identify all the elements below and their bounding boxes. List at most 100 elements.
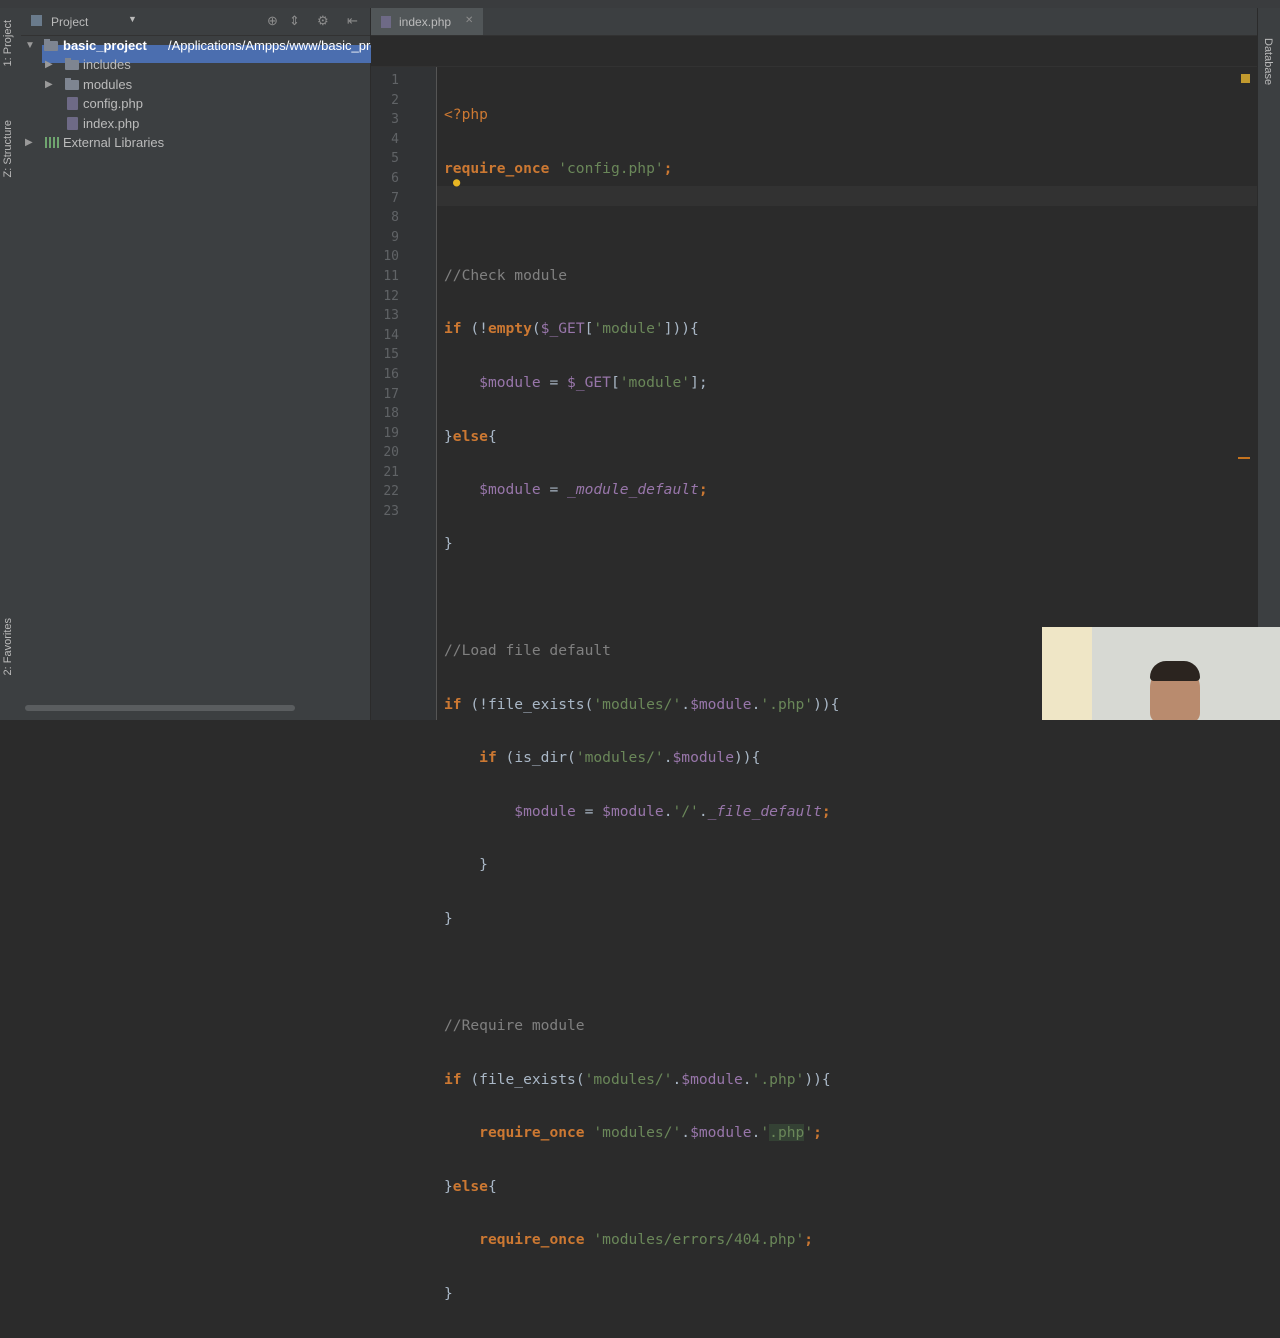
tree-item-label: External Libraries [63, 135, 165, 151]
punct: } [444, 427, 453, 445]
line-number: 18 [383, 406, 399, 422]
variable: $module [479, 373, 541, 391]
target-icon[interactable]: ⊕ [267, 13, 278, 29]
punct: )){ [804, 1070, 831, 1088]
tool-tab-project[interactable]: 1: Project [2, 20, 14, 66]
punct: { [487, 1177, 497, 1195]
punct: ; [663, 159, 673, 177]
comment: //Require module [444, 1017, 585, 1035]
variable: $module [681, 1070, 743, 1088]
punct: . [681, 1124, 691, 1142]
tree-item-modules[interactable]: ▶ modules [21, 75, 370, 94]
root-name: basic_project [63, 38, 147, 53]
string: ' [760, 1124, 770, 1142]
string: 'modules/' [584, 1070, 673, 1088]
folder-icon [44, 39, 58, 51]
punct: . [663, 802, 673, 820]
punct: (! [461, 320, 488, 338]
variable: $module [479, 481, 541, 499]
line-number: 17 [383, 386, 399, 402]
punct: . [751, 1124, 761, 1142]
tree-item-label: includes [83, 57, 131, 72]
keyword: if [444, 320, 462, 338]
tree-item-external-libraries[interactable]: ▶ External Libraries [21, 133, 370, 152]
horizontal-scrollbar[interactable] [25, 705, 295, 711]
punct: ( [575, 1070, 585, 1088]
punct: . [742, 1070, 752, 1088]
variable: $module [514, 802, 576, 820]
expand-arrow-icon[interactable]: ▼ [25, 36, 35, 55]
line-number: 23 [383, 504, 399, 520]
project-panel-header: Project ▼ ⊕ ⇕ ⚙ ⇤ [21, 8, 370, 36]
punct: } [444, 1177, 453, 1195]
line-number: 14 [383, 327, 399, 343]
window-top-strip [0, 0, 1280, 8]
chevron-down-icon[interactable]: ▼ [128, 14, 137, 24]
keyword: if [479, 749, 497, 767]
tree-item-label: index.php [83, 115, 140, 131]
variable: $_GET [567, 373, 611, 391]
keyword: require_once [479, 1231, 585, 1249]
collapsed-arrow-icon[interactable]: ▶ [45, 75, 53, 94]
string: 'modules/' [593, 1124, 682, 1142]
gear-icon[interactable]: ⚙ [317, 13, 329, 29]
line-number: 8 [391, 210, 399, 226]
punct: ; [821, 802, 831, 820]
tree-item-config[interactable]: config.php [21, 94, 370, 113]
punct: } [444, 1285, 453, 1303]
collapsed-arrow-icon[interactable]: ▶ [25, 133, 33, 152]
external-libraries-icon [45, 137, 59, 149]
line-number: 11 [383, 268, 399, 284]
punct: . [681, 695, 691, 713]
error-stripe-marker[interactable] [1238, 457, 1250, 459]
close-icon[interactable]: ✕ [465, 15, 473, 26]
keyword: else [452, 427, 488, 445]
punct: { [487, 427, 497, 445]
punct: . [672, 1070, 682, 1088]
constant: _file_default [707, 802, 822, 820]
string: ' [804, 1124, 814, 1142]
line-number: 6 [391, 170, 399, 186]
keyword: if [444, 1070, 462, 1088]
line-number: 4 [391, 131, 399, 147]
code-content[interactable]: <?php require_once 'config.php'; //Check… [444, 71, 839, 1338]
punct: . [698, 802, 708, 820]
tree-item-label: config.php [83, 96, 143, 112]
line-number: 16 [383, 366, 399, 382]
tool-tab-structure[interactable]: Z: Structure [2, 120, 14, 177]
constant: _module_default [567, 481, 699, 499]
punct: ])){ [663, 320, 699, 338]
hide-panel-icon[interactable]: ⇤ [347, 13, 358, 29]
tree-item-includes[interactable]: ▶ includes [21, 55, 370, 74]
tool-tab-database[interactable]: Database [1262, 38, 1274, 85]
folder-icon [65, 58, 79, 70]
right-tool-strip: Database [1257, 8, 1280, 720]
project-panel-title[interactable]: Project [51, 15, 88, 29]
punct: ]; [690, 373, 708, 391]
line-number: 20 [383, 445, 399, 461]
collapsed-arrow-icon[interactable]: ▶ [45, 55, 53, 74]
punct: ( [496, 749, 515, 767]
webcam-window-background [1042, 627, 1092, 720]
line-number: 21 [383, 464, 399, 480]
warning-marker[interactable] [1241, 74, 1250, 83]
variable: $_GET [540, 320, 585, 338]
punct: ( [531, 320, 541, 338]
tab-index-php[interactable]: index.php ✕ [371, 8, 483, 35]
string: '.php' [760, 695, 814, 713]
punct: = [575, 802, 603, 820]
folder-icon [65, 77, 79, 90]
punct: } [444, 856, 488, 874]
line-number: 22 [383, 484, 399, 500]
line-number: 10 [383, 249, 399, 265]
tree-root[interactable]: ▼ basic_project /Applications/Ampps/www/… [21, 36, 398, 55]
tree-item-index[interactable]: index.php [21, 114, 370, 133]
tool-tab-favorites[interactable]: 2: Favorites [2, 618, 14, 675]
function: is_dir [514, 749, 568, 767]
root-path: /Applications/Ampps/www/basic_project [168, 38, 398, 53]
collapse-icon[interactable]: ⇕ [289, 13, 300, 29]
